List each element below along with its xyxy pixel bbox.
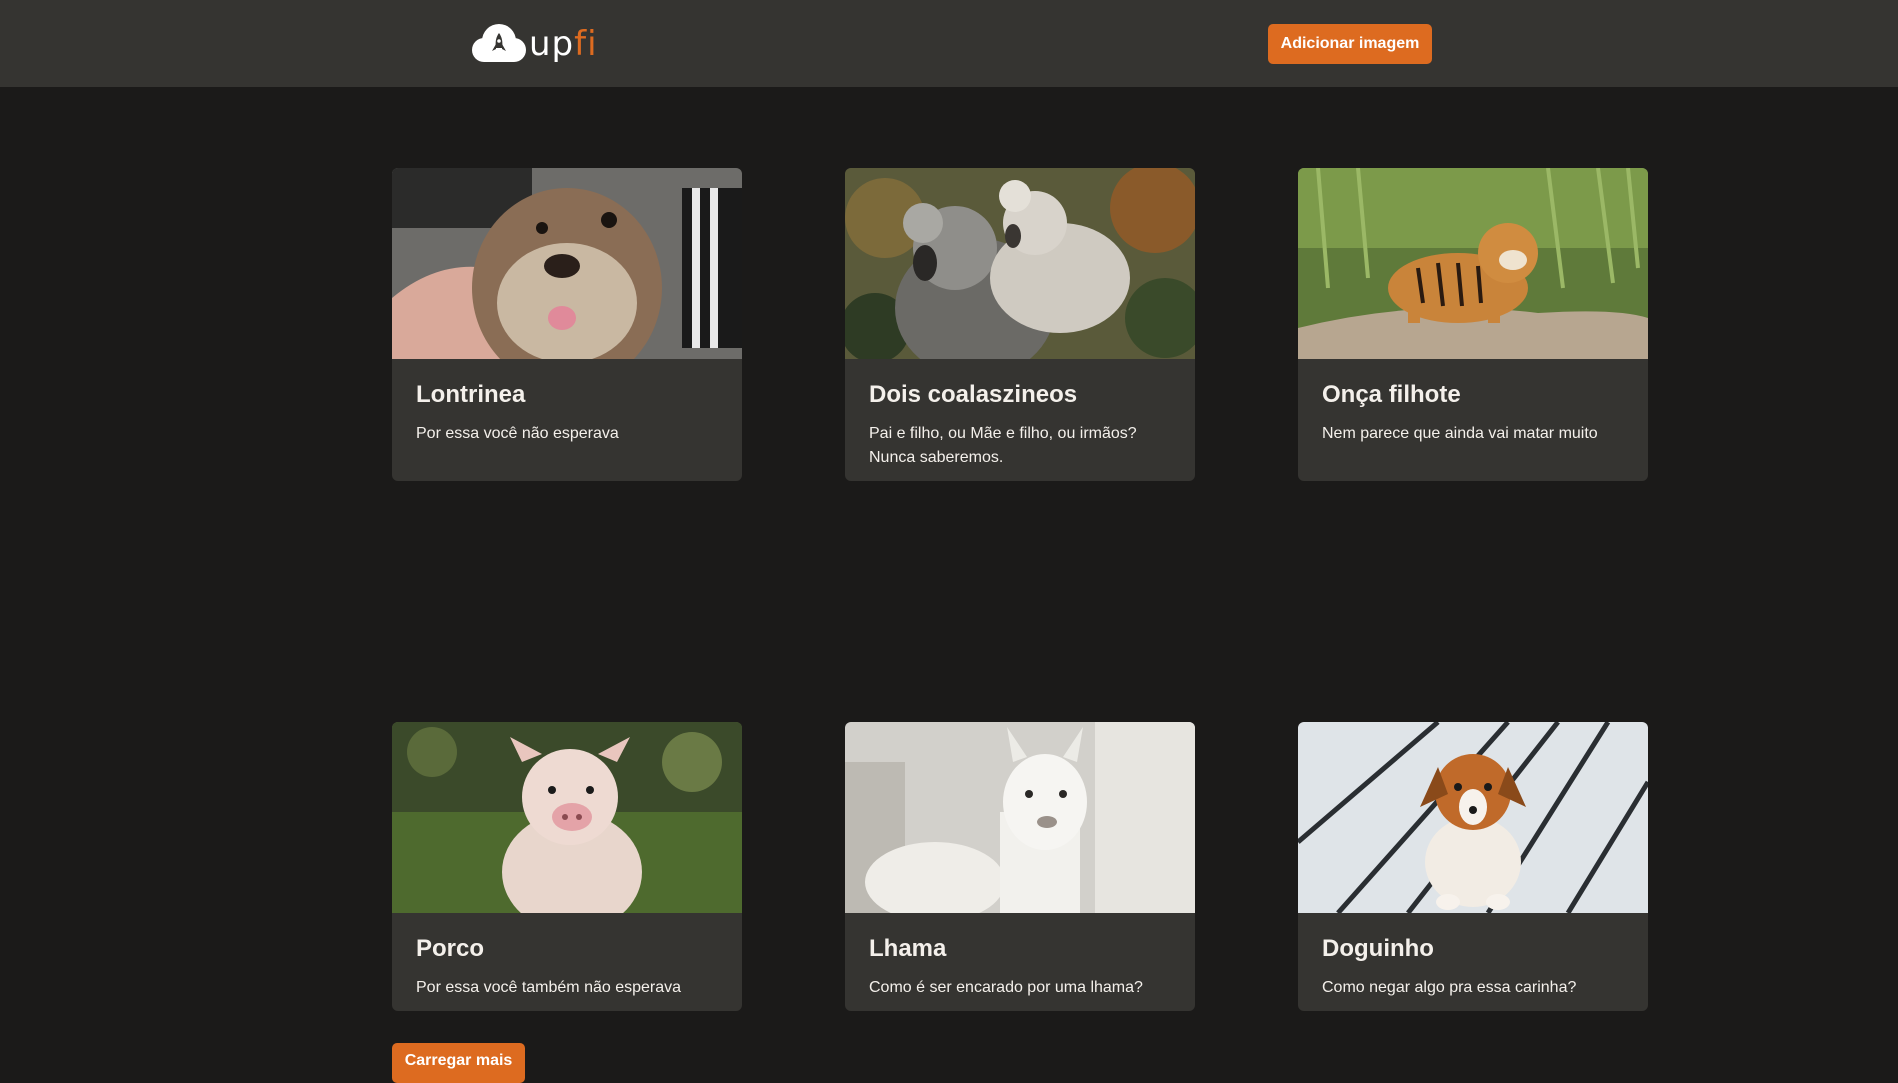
logo-up: up <box>529 24 575 64</box>
image-card[interactable]: Porco Por essa você também não esperava <box>392 722 742 1011</box>
cloud-rocket-icon <box>472 24 526 62</box>
card-description: Nem parece que ainda vai matar muito <box>1322 424 1598 442</box>
load-more-button[interactable]: Carregar mais <box>392 1043 525 1083</box>
koala-photo[interactable] <box>845 168 1195 359</box>
llama-photo[interactable] <box>845 722 1195 913</box>
card-title: Dois coalaszineos <box>869 381 1078 408</box>
puppy-photo[interactable] <box>1298 722 1648 913</box>
image-card[interactable]: Doguinho Como negar algo pra essa carinh… <box>1298 722 1648 1011</box>
add-image-button[interactable]: Adicionar imagem <box>1268 24 1432 64</box>
image-card[interactable]: Lontrinea Por essa você não esperava <box>392 168 742 481</box>
image-card[interactable]: Dois coalaszineos Pai e filho, ou Mãe e … <box>845 168 1195 481</box>
logo-fi: fi <box>574 24 598 64</box>
card-description: Como negar algo pra essa carinha? <box>1322 978 1577 996</box>
otter-photo[interactable] <box>392 168 742 359</box>
piglet-photo[interactable] <box>392 722 742 913</box>
card-description: Por essa você não esperava <box>416 424 619 442</box>
card-title: Lhama <box>869 935 947 962</box>
image-card[interactable]: Onça filhote Nem parece que ainda vai ma… <box>1298 168 1648 481</box>
card-description: Pai e filho, ou Mãe e filho, ou irmãos? … <box>869 424 1137 466</box>
upfi-logo[interactable]: upfi <box>471 22 598 66</box>
card-title: Porco <box>416 935 485 962</box>
logo-wordmark: upfi <box>529 27 598 61</box>
top-header: upfi Adicionar imagem <box>0 0 1898 87</box>
card-title: Doguinho <box>1322 935 1434 962</box>
image-card[interactable]: Lhama Como é ser encarado por uma lhama? <box>845 722 1195 1011</box>
card-description: Por essa você também não esperava <box>416 978 682 996</box>
tiger-cub-photo[interactable] <box>1298 168 1648 359</box>
card-description: Como é ser encarado por uma lhama? <box>869 978 1143 996</box>
card-title: Onça filhote <box>1322 381 1461 408</box>
card-title: Lontrinea <box>416 381 526 408</box>
